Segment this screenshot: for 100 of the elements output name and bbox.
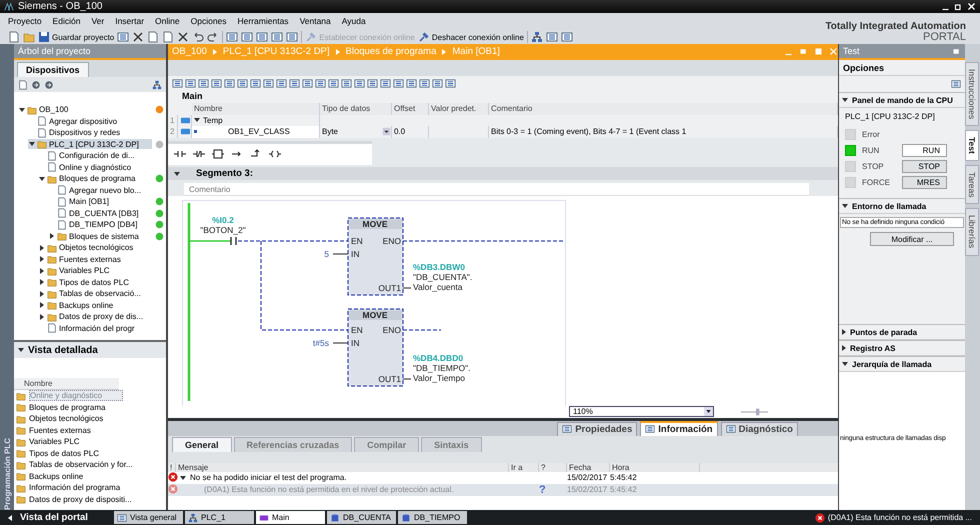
tree-item[interactable]: Dispositivos y redes	[28, 128, 152, 138]
list-icon[interactable]	[172, 78, 183, 90]
modify-button[interactable]: Modificar ...	[870, 232, 954, 246]
editor-tab[interactable]: Main	[256, 511, 325, 524]
accessible-devices-icon[interactable]	[530, 31, 543, 43]
delete-icon[interactable]	[177, 31, 190, 43]
devices-tab[interactable]: Dispositivos	[17, 62, 89, 77]
detail-item[interactable]: Fuentes externas	[14, 424, 166, 436]
menu-item[interactable]: Opciones	[190, 16, 227, 26]
list-icon[interactable]	[315, 78, 326, 90]
new-project-icon[interactable]	[8, 31, 20, 43]
tree-item[interactable]: OB_100	[18, 104, 152, 115]
list-icon[interactable]	[341, 78, 352, 90]
expand-caret-icon[interactable]	[842, 98, 848, 102]
editor-tab[interactable]: DB_CUENTA	[327, 511, 396, 524]
subtab[interactable]: General	[172, 436, 232, 452]
expand-caret-icon[interactable]	[174, 172, 180, 176]
expand-caret-icon[interactable]	[194, 118, 200, 122]
tree-item[interactable]: Tablas de observació...	[38, 288, 152, 299]
side-tab[interactable]: Test	[965, 130, 979, 161]
empty-box-icon[interactable]	[210, 148, 226, 160]
list-icon[interactable]	[250, 78, 261, 90]
tree-item[interactable]: Online y diagnóstico	[38, 162, 152, 172]
back-icon[interactable]	[31, 80, 41, 90]
inspector-tab[interactable]: Información	[640, 420, 718, 436]
expand-caret-icon[interactable]	[40, 244, 44, 251]
menu-item[interactable]: Edición	[52, 16, 80, 26]
detail-item[interactable]: Variables PLC	[14, 436, 166, 448]
detail-item[interactable]: Tablas de observación y for...	[14, 459, 166, 470]
expand-caret-icon[interactable]	[40, 256, 44, 262]
detail-item[interactable]: Objetos tecnológicos	[14, 413, 166, 424]
tree-item[interactable]: Bloques de programa	[38, 174, 152, 184]
list-icon[interactable]	[367, 78, 378, 90]
list-icon[interactable]	[445, 78, 456, 90]
side-tab[interactable]: Tareas	[965, 164, 979, 204]
expand-caret-icon[interactable]	[40, 279, 44, 286]
detail-item[interactable]: Datos de proxy de dispositi...	[14, 494, 166, 505]
tree-item[interactable]: DB_TIEMPO [DB4]	[48, 220, 152, 230]
dropdown-icon[interactable]	[382, 127, 391, 136]
zoom-dropdown[interactable]: 110%	[569, 406, 714, 418]
tree-item[interactable]: Configuración de di...	[38, 150, 152, 161]
cpu-mode-button[interactable]: MRES	[902, 176, 947, 188]
redo-icon[interactable]	[207, 31, 220, 43]
expand-caret-icon[interactable]	[40, 290, 44, 297]
tree-item[interactable]: Backups online	[38, 300, 152, 310]
list-icon[interactable]	[198, 78, 209, 90]
inspector-tab[interactable]: Propiedades	[557, 422, 638, 436]
detail-item[interactable]: Tipos de datos PLC	[14, 448, 166, 459]
menu-item[interactable]: Ver	[91, 16, 104, 26]
add-icon[interactable]	[18, 80, 28, 90]
portal-view-button[interactable]: Vista del portal	[0, 511, 112, 524]
tree-item[interactable]: Datos de proxy de dis...	[38, 312, 152, 322]
tree-item[interactable]: DB_CUENTA [DB3]	[48, 208, 152, 218]
list-icon[interactable]	[393, 78, 404, 90]
expand-caret-icon[interactable]	[40, 314, 44, 320]
tree-item[interactable]: Información del progr	[38, 323, 152, 334]
help-link[interactable]: ?	[539, 484, 546, 496]
list-icon[interactable]	[432, 78, 443, 90]
undo-icon[interactable]	[192, 31, 204, 43]
expand-caret-icon[interactable]	[842, 204, 848, 208]
side-tab[interactable]: Librerías	[965, 208, 979, 256]
list-icon[interactable]	[419, 78, 430, 90]
close-icon[interactable]	[967, 2, 976, 11]
list-icon[interactable]	[224, 78, 235, 90]
side-tab[interactable]: Instrucciones	[965, 62, 979, 126]
expand-caret-icon[interactable]	[842, 362, 848, 366]
tree-item[interactable]: Bloques de sistema	[48, 231, 152, 242]
detail-item[interactable]: Bloques de programa	[14, 402, 166, 413]
detail-item[interactable]: Información del programa	[14, 482, 166, 494]
online-connection-button[interactable]: Deshacer conexión online	[418, 31, 524, 43]
list-icon[interactable]	[354, 78, 365, 90]
tree-item[interactable]: Agregar nuevo blo...	[48, 185, 152, 196]
list-icon[interactable]	[302, 78, 313, 90]
list-icon[interactable]	[276, 78, 287, 90]
editor-tab[interactable]: PLC_1	[185, 511, 254, 524]
expand-caret-icon[interactable]	[180, 476, 186, 480]
expand-caret-icon[interactable]	[40, 268, 44, 274]
list-icon[interactable]	[380, 78, 391, 90]
save-button[interactable]: Guardar proyecto	[38, 31, 114, 43]
tree-item[interactable]: Variables PLC	[38, 266, 152, 276]
float-icon[interactable]	[952, 46, 961, 56]
expand-caret-icon[interactable]	[842, 345, 846, 351]
list-icon[interactable]	[289, 78, 300, 90]
menu-item[interactable]: Proyecto	[8, 16, 42, 26]
coil-icon[interactable]	[267, 148, 283, 160]
cut-icon[interactable]	[132, 31, 144, 43]
menu-item[interactable]: Ayuda	[342, 16, 366, 26]
expand-caret-icon[interactable]	[40, 302, 44, 308]
editor-tab[interactable]: DB_TIEMPO	[398, 511, 467, 524]
tree-item[interactable]: Tipos de datos PLC	[38, 277, 152, 288]
forward-icon[interactable]	[44, 80, 54, 90]
message-row[interactable]: (D0A1) Esta función no está permitida en el nivel de protección actual. ? 15/02/2017 5:45:42	[168, 484, 838, 496]
editor-tab[interactable]: Vista general	[114, 511, 183, 524]
tree-item[interactable]: PLC_1 [CPU 313C-2 DP]	[28, 139, 152, 150]
message-row[interactable]: No se ha podido iniciar el test del programa. 15/02/2017 5:45:42	[168, 472, 838, 484]
tree-item[interactable]: Main [OB1]	[48, 196, 152, 207]
comment-field[interactable]: Comentario	[184, 183, 809, 196]
list-icon[interactable]	[263, 78, 274, 90]
menu-item[interactable]: Online	[155, 16, 180, 26]
tree-item[interactable]: Fuentes externas	[38, 254, 152, 264]
